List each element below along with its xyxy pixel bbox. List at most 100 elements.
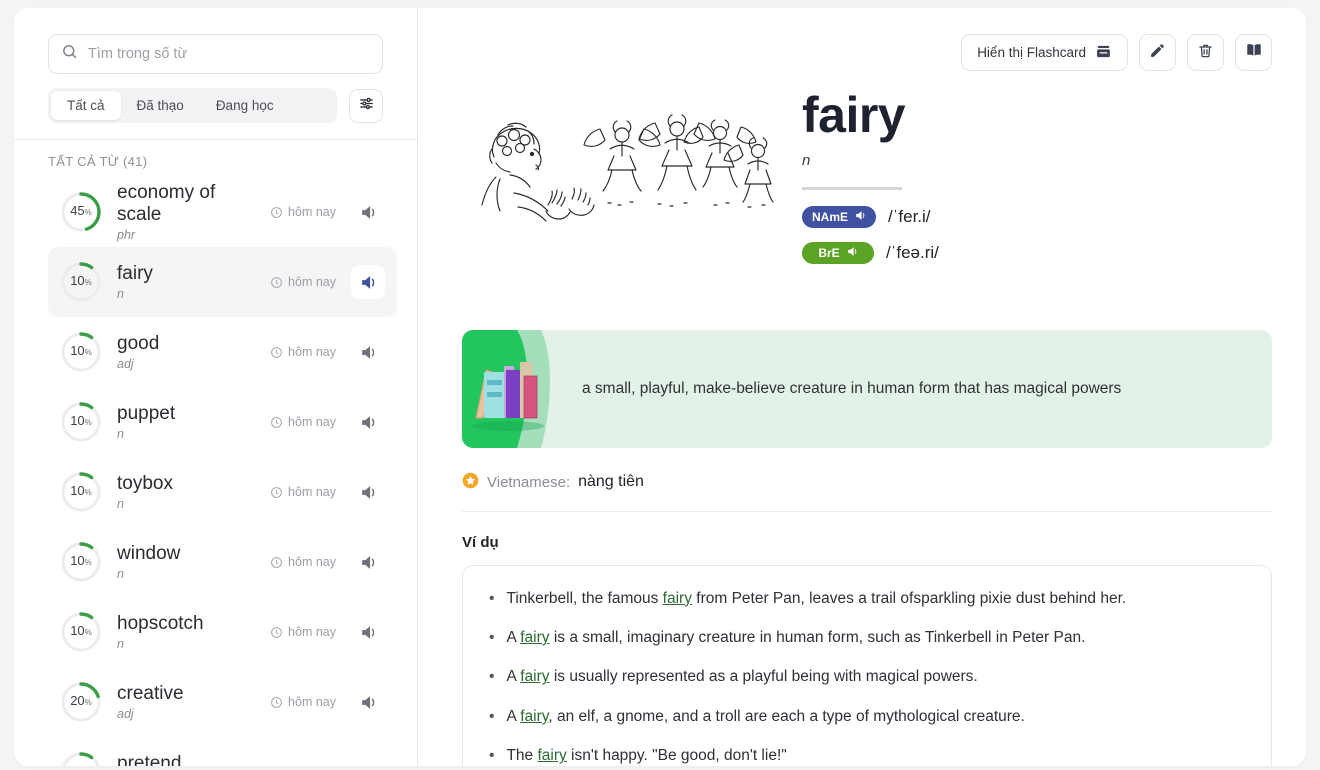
progress-ring: 10% — [60, 471, 102, 513]
list-item-speaker-button[interactable] — [351, 335, 385, 369]
list-item[interactable]: 10% toybox n hôm nay — [48, 457, 397, 527]
card-stack-icon — [1095, 43, 1112, 63]
clock-icon — [271, 486, 282, 498]
progress-ring: 10% — [60, 541, 102, 583]
bre-ipa: /ˈfeə.ri/ — [886, 242, 939, 262]
list-item-pos: n — [117, 287, 124, 302]
list-item-time-label: hôm nay — [288, 485, 336, 499]
example-item: • A fairy is usually represented as a pla… — [489, 666, 1245, 688]
delete-button[interactable] — [1187, 34, 1224, 71]
edit-button[interactable] — [1139, 34, 1176, 71]
word-list[interactable]: 45% economy of scale phr hôm nay 10% fairy n hô… — [14, 177, 417, 766]
clock-icon — [271, 276, 282, 288]
list-item[interactable]: 10% pretendv hôm nay — [48, 737, 397, 766]
star-icon — [462, 472, 479, 493]
progress-percent: 10% — [70, 413, 92, 428]
examples-title: Ví dụ — [462, 533, 499, 551]
progress-percent: 10% — [70, 273, 92, 288]
list-item-word: economy of scale — [117, 181, 216, 225]
list-item[interactable]: 20% creative adj hôm nay — [48, 667, 397, 737]
book-icon — [1245, 41, 1263, 64]
example-text: A fairy, an elf, a gnome, and a troll ar… — [506, 707, 1025, 725]
speaker-icon — [361, 205, 374, 219]
word-list-header: TẤT CẢ TỪ (41) — [48, 154, 148, 169]
progress-percent: 10% — [70, 623, 92, 638]
list-item-time-label: hôm nay — [288, 415, 336, 429]
filter-settings-button[interactable] — [349, 88, 383, 123]
list-item-content: puppet n — [117, 403, 255, 442]
list-item-pos: n — [117, 637, 124, 652]
progress-ring: 10% — [60, 751, 102, 766]
detail-toolbar: Hiển thị Flashcard — [462, 34, 1272, 71]
progress-ring: 10% — [60, 331, 102, 373]
list-item-speaker-button[interactable] — [351, 405, 385, 439]
list-item-content: creative adj — [117, 683, 255, 722]
list-item-speaker-button[interactable] — [351, 265, 385, 299]
list-item[interactable]: 10% puppet n hôm nay — [48, 387, 397, 457]
show-flashcard-button[interactable]: Hiển thị Flashcard — [961, 34, 1128, 71]
list-item-time: hôm nay — [270, 345, 336, 359]
tab-learning[interactable]: Đang học — [200, 91, 290, 120]
list-item-speaker-button[interactable] — [351, 685, 385, 719]
list-item-content: economy of scale phr — [117, 182, 255, 243]
speaker-icon — [361, 415, 374, 429]
part-of-speech: n — [802, 151, 811, 169]
tab-mastered[interactable]: Đã thạo — [121, 91, 200, 120]
example-item: • The fairy isn't happy. "Be good, don't … — [489, 745, 1245, 766]
list-item-word: toybox — [117, 472, 173, 494]
flashcard-label: Hiển thị Flashcard — [977, 45, 1086, 60]
example-text: Tinkerbell, the famous fairy from Peter … — [506, 589, 1127, 607]
list-item-time: hôm nay — [270, 415, 336, 429]
bre-audio-badge[interactable]: BrE — [802, 241, 874, 264]
speaker-icon — [846, 245, 859, 261]
highlighted-word[interactable]: fairy — [520, 629, 549, 646]
bre-variant-label: BrE — [818, 245, 840, 260]
list-item-speaker-button[interactable] — [351, 195, 385, 229]
list-item-time: hôm nay — [270, 625, 336, 639]
search-input[interactable] — [88, 46, 370, 62]
examples-box: • Tinkerbell, the famous fairy from Peter… — [462, 564, 1272, 766]
highlighted-word[interactable]: fairy — [663, 590, 692, 607]
list-item-word: hopscotch — [117, 612, 204, 634]
translation-value: nàng tiên — [578, 473, 644, 490]
list-item[interactable]: 45% economy of scale phr hôm nay — [48, 177, 397, 247]
list-item[interactable]: 10% fairy n hôm nay — [48, 247, 397, 317]
speaker-icon — [361, 345, 374, 359]
app-window: Tất cả Đã thạo Đang học TẤT CẢ TỪ (41) 4… — [14, 8, 1306, 766]
name-ipa: /ˈfer.i/ — [888, 206, 931, 226]
list-item-content: good adj — [117, 333, 255, 372]
list-item-time: hôm nay — [270, 205, 336, 219]
translation-label: Vietnamese: — [487, 473, 571, 491]
clock-icon — [271, 556, 282, 568]
progress-ring: 10% — [60, 611, 102, 653]
highlighted-word[interactable]: fairy — [520, 708, 548, 725]
search-box[interactable] — [48, 34, 383, 74]
list-item-word: fairy — [117, 262, 153, 284]
search-icon — [61, 43, 78, 65]
dictionary-button[interactable] — [1235, 34, 1272, 71]
highlighted-word[interactable]: fairy — [520, 668, 549, 685]
list-item[interactable]: 10% good adj hôm nay — [48, 317, 397, 387]
definition-box: a small, playful, make-believe creature … — [462, 329, 1272, 448]
list-item[interactable]: 10% window n hôm nay — [48, 527, 397, 597]
pronunciation-bre: BrE /ˈfeə.ri/ — [802, 241, 939, 264]
progress-ring: 45% — [60, 191, 102, 233]
list-item-speaker-button[interactable] — [351, 755, 385, 766]
list-item-pos: phr — [117, 228, 136, 243]
word-hero: fairy n NAmE /ˈfer.i/ BrE /ˈfeə.ri/ — [462, 85, 1272, 278]
name-audio-badge[interactable]: NAmE — [802, 205, 877, 228]
list-item[interactable]: 10% hopscotch n hôm nay — [48, 597, 397, 667]
list-item-speaker-button[interactable] — [351, 615, 385, 649]
translation-row: Vietnamese: nàng tiên — [462, 472, 1272, 493]
highlighted-word[interactable]: fairy — [537, 747, 566, 764]
progress-percent: 20% — [70, 693, 92, 708]
list-item-speaker-button[interactable] — [351, 475, 385, 509]
list-item-speaker-button[interactable] — [351, 545, 385, 579]
tab-all[interactable]: Tất cả — [51, 91, 121, 120]
list-item-time-label: hôm nay — [288, 695, 336, 709]
clock-icon — [271, 346, 282, 358]
bullet-icon: • — [489, 707, 495, 725]
list-item-time-label: hôm nay — [288, 345, 336, 359]
list-item-pos: n — [117, 567, 124, 582]
word-info: fairy n NAmE /ˈfer.i/ BrE /ˈfeə.ri/ — [802, 85, 939, 278]
